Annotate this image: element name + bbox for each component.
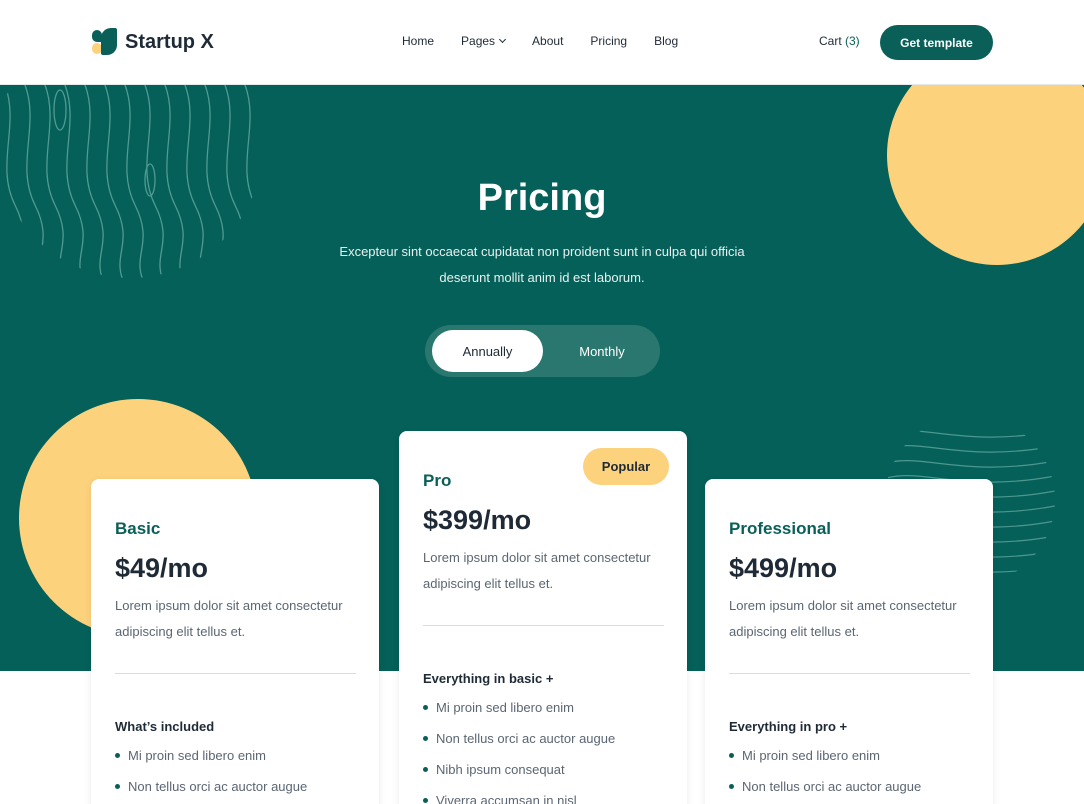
toggle-annually[interactable]: Annually (432, 330, 543, 372)
feature-item: Mi proin sed libero enim (115, 747, 307, 778)
feature-item: Non tellus orci ac auctor augue (115, 778, 307, 804)
feature-item: Viverra accumsan in nisl (423, 792, 615, 804)
plan-includes-title: Everything in pro + (729, 719, 848, 734)
divider (115, 673, 356, 674)
page-title: Pricing (477, 177, 607, 219)
plan-description: Lorem ipsum dolor sit amet consectetur a… (115, 598, 343, 639)
feature-list: Mi proin sed libero enim Non tellus orci… (423, 699, 615, 804)
brand-logo[interactable]: Startup X (90, 28, 214, 56)
nav-link-pages[interactable]: Pages (461, 34, 507, 48)
chevron-down-icon (499, 35, 507, 44)
plan-card-professional: Professional $499/mo Lorem ipsum dolor s… (705, 479, 993, 804)
decorative-circle (887, 85, 1084, 265)
plan-name: Basic (115, 519, 161, 538)
main-menu: Home Pages About Pricing Blog (402, 34, 705, 48)
plan-description: Lorem ipsum dolor sit amet consectetur a… (423, 550, 651, 591)
nav-link-pricing[interactable]: Pricing (590, 34, 627, 48)
popular-badge: Popular (583, 448, 669, 485)
feature-list: Mi proin sed libero enim Non tellus orci… (115, 747, 307, 804)
plan-includes-title: Everything in basic + (423, 671, 554, 686)
plan-price: $399/mo (423, 505, 532, 535)
plan-card-pro: Popular Pro $399/mo Lorem ipsum dolor si… (399, 431, 687, 804)
page-subtitle: Excepteur sint occaecat cupidatat non pr… (339, 244, 745, 285)
plan-name: Pro (423, 471, 452, 490)
get-template-button[interactable]: Get template (880, 25, 993, 60)
toggle-monthly[interactable]: Monthly (547, 330, 657, 372)
brand-name: Startup X (125, 30, 214, 53)
feature-list: Mi proin sed libero enim Non tellus orci… (729, 747, 921, 804)
cart-link[interactable]: Cart (3) (819, 34, 860, 48)
feature-item: Non tellus orci ac auctor augue (729, 778, 921, 804)
nav-link-pages-label: Pages (461, 34, 496, 48)
feature-item: Mi proin sed libero enim (729, 747, 921, 778)
divider (729, 673, 970, 674)
nav-link-home[interactable]: Home (402, 34, 434, 48)
cart-label: Cart (819, 34, 842, 48)
nav-link-blog[interactable]: Blog (654, 34, 678, 48)
plan-name: Professional (729, 519, 832, 538)
billing-period-toggle: Annually Monthly (425, 325, 660, 377)
divider (423, 625, 664, 626)
nav-link-about[interactable]: About (532, 34, 563, 48)
top-navbar: Startup X Home Pages About Pricing Blog … (0, 0, 1084, 85)
plan-card-basic: Basic $49/mo Lorem ipsum dolor sit amet … (91, 479, 379, 804)
feature-item: Mi proin sed libero enim (423, 699, 615, 730)
logo-icon (90, 28, 118, 56)
plan-description: Lorem ipsum dolor sit amet consectetur a… (729, 598, 957, 639)
plan-includes-title: What’s included (115, 719, 215, 734)
plan-price: $49/mo (115, 553, 209, 583)
feature-item: Nibh ipsum consequat (423, 761, 615, 792)
plan-price: $499/mo (729, 553, 838, 583)
cart-count: (3) (845, 34, 860, 48)
feature-item: Non tellus orci ac auctor augue (423, 730, 615, 761)
